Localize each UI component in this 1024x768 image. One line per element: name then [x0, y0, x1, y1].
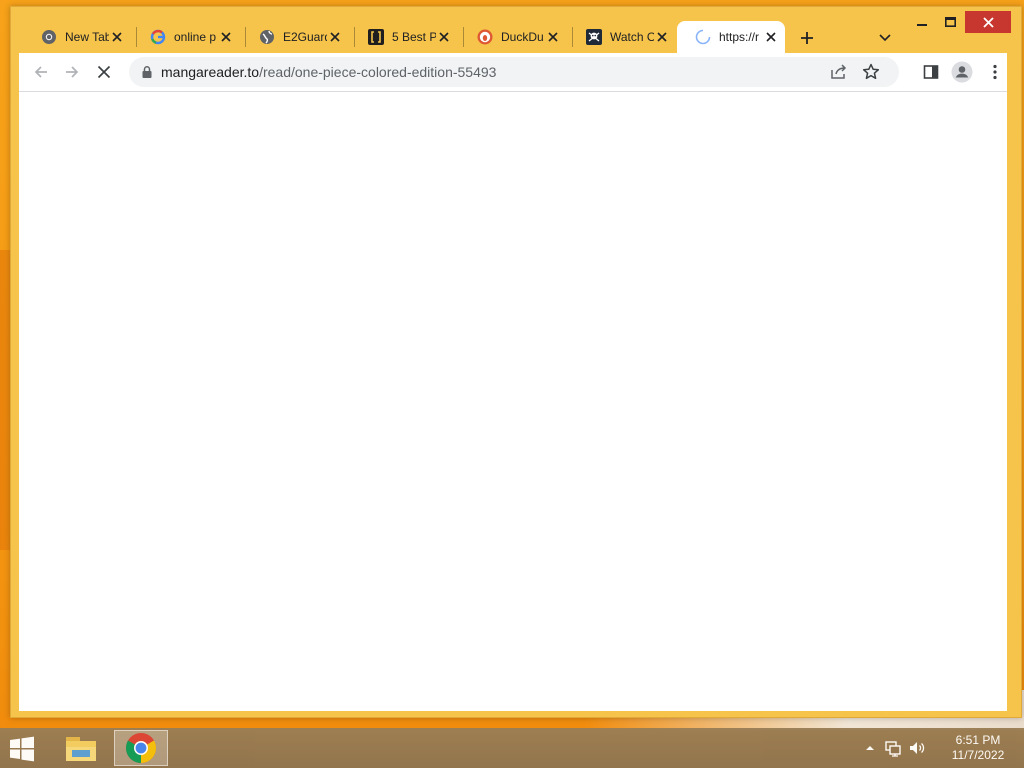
file-explorer-taskbar-button[interactable]: [56, 730, 106, 766]
system-tray: 6:51 PM 11/7/2022: [864, 728, 1024, 768]
kebab-menu-icon: [993, 64, 997, 80]
tab-watch[interactable]: Watch O: [568, 21, 676, 53]
close-icon[interactable]: [763, 29, 779, 45]
close-icon[interactable]: [109, 29, 125, 45]
close-icon: [97, 65, 111, 79]
page-content[interactable]: [19, 91, 1007, 711]
taskbar: 6:51 PM 11/7/2022: [0, 728, 1024, 768]
duckduckgo-icon: [477, 29, 493, 45]
browser-window: New Tab online p E2Guard 5 Best P DuckDu…: [10, 6, 1022, 718]
back-button[interactable]: [29, 60, 53, 84]
clock[interactable]: 6:51 PM 11/7/2022: [936, 733, 1020, 763]
menu-button[interactable]: [983, 60, 1007, 84]
tab-title: E2Guard: [283, 30, 327, 44]
profile-button[interactable]: [950, 60, 974, 84]
close-icon[interactable]: [545, 29, 561, 45]
clock-time: 6:51 PM: [955, 733, 1001, 747]
close-icon[interactable]: [218, 29, 234, 45]
tab-online[interactable]: online p: [132, 21, 240, 53]
url-text: mangareader.to/read/one-piece-colored-ed…: [161, 64, 496, 80]
tab-strip: New Tab online p E2Guard 5 Best P DuckDu…: [11, 7, 1021, 53]
loading-spinner-icon: [695, 29, 711, 45]
lock-icon: [142, 66, 152, 78]
side-panel-icon: [923, 65, 939, 79]
close-icon[interactable]: [436, 29, 452, 45]
bracket-logo-icon: [368, 29, 384, 45]
new-tab-button[interactable]: [795, 27, 819, 49]
avatar-icon: [951, 61, 973, 83]
google-icon: [150, 29, 166, 45]
tab-title: New Tab: [65, 30, 109, 44]
arrow-right-icon: [66, 66, 79, 78]
windows-logo-icon: [10, 736, 34, 762]
tab-title: 5 Best P: [392, 30, 436, 44]
chevron-down-icon: [879, 34, 891, 42]
forward-button[interactable]: [60, 60, 84, 84]
chrome-logo-icon: [125, 733, 157, 763]
clock-date: 11/7/2022: [951, 748, 1005, 762]
maximize-icon: [944, 17, 956, 27]
side-panel-button[interactable]: [919, 60, 943, 84]
tab-title: Watch O: [610, 30, 654, 44]
globe-icon: [259, 29, 275, 45]
close-icon: [982, 16, 994, 28]
jolly-roger-icon: [586, 29, 602, 45]
minimize-icon: [917, 24, 927, 26]
maximize-button[interactable]: [937, 11, 963, 33]
chrome-icon: [41, 29, 57, 45]
bookmark-star-icon[interactable]: [861, 62, 881, 82]
arrow-left-icon: [34, 66, 47, 78]
tab-title: https://r: [719, 30, 760, 44]
tab-duckduckgo[interactable]: DuckDu: [459, 21, 567, 53]
close-icon[interactable]: [654, 29, 670, 45]
minimize-button[interactable]: [909, 11, 935, 33]
tab-search-button[interactable]: [873, 27, 897, 49]
volume-icon[interactable]: [908, 739, 926, 757]
tab-title: DuckDu: [501, 30, 544, 44]
url-domain: mangareader.to: [161, 64, 260, 80]
tab-title: online p: [174, 30, 217, 44]
show-hidden-icons-icon[interactable]: [864, 742, 876, 754]
browser-toolbar: mangareader.to/read/one-piece-colored-ed…: [19, 53, 1007, 91]
tab-mangareader-active[interactable]: https://r: [677, 21, 785, 53]
network-icon[interactable]: [884, 739, 902, 757]
chrome-taskbar-button[interactable]: [114, 730, 168, 766]
close-window-button[interactable]: [965, 11, 1011, 33]
stop-loading-button[interactable]: [92, 60, 116, 84]
plus-icon: [801, 32, 813, 44]
close-icon[interactable]: [327, 29, 343, 45]
tab-e2guard[interactable]: E2Guard: [241, 21, 349, 53]
tab-new-tab[interactable]: New Tab: [23, 21, 131, 53]
address-bar[interactable]: mangareader.to/read/one-piece-colored-ed…: [129, 57, 899, 87]
share-icon[interactable]: [829, 62, 849, 82]
tab-5-best[interactable]: 5 Best P: [350, 21, 458, 53]
url-path: /read/one-piece-colored-edition-55493: [259, 64, 497, 80]
folder-icon: [66, 737, 96, 761]
start-button[interactable]: [8, 736, 40, 762]
